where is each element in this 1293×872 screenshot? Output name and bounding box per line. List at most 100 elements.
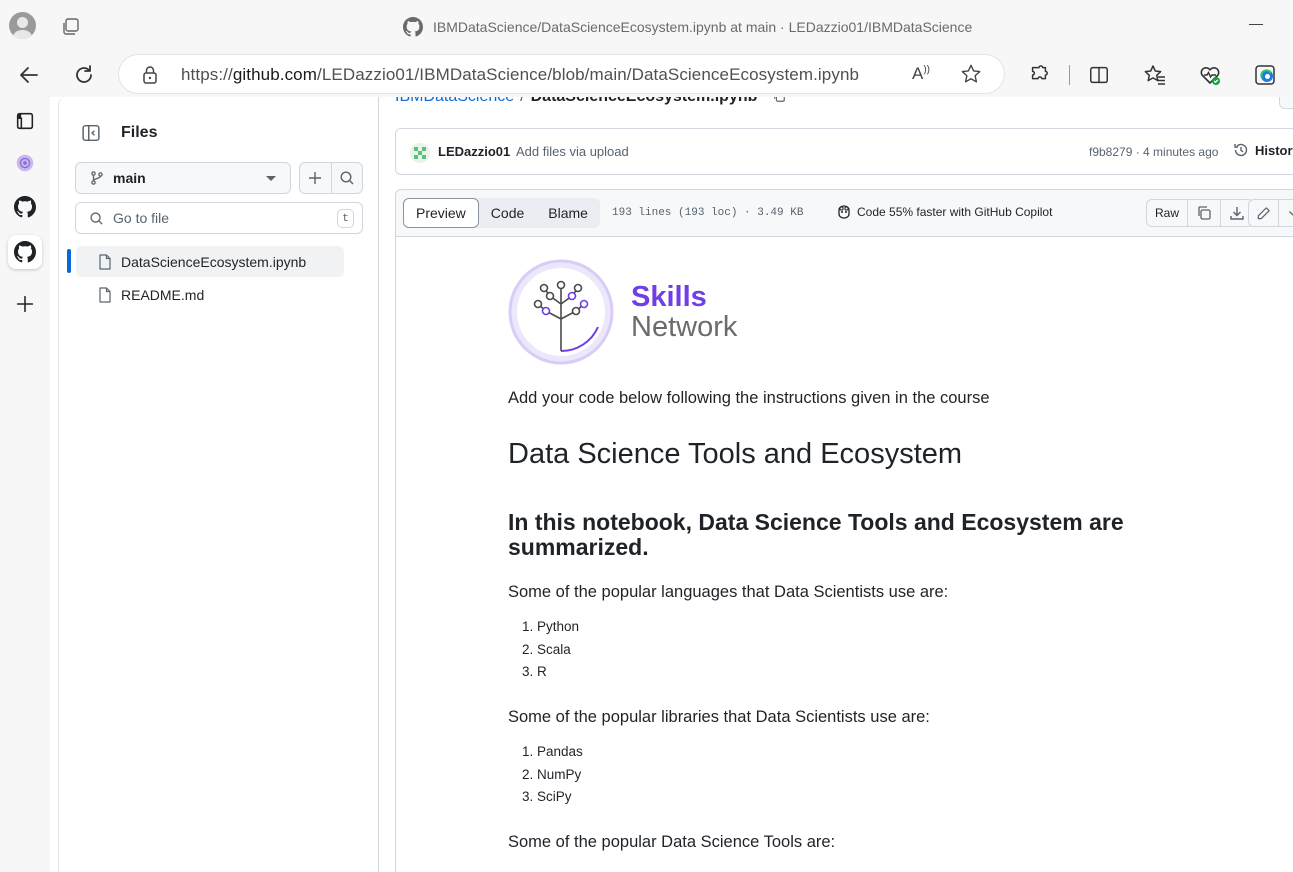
window-title-text: IBMDataScience/DataScienceEcosystem.ipyn…	[433, 19, 973, 35]
window-title: IBMDataScience/DataScienceEcosystem.ipyn…	[403, 16, 972, 38]
edit-button[interactable]	[1249, 200, 1278, 226]
tab-actions-icon[interactable]	[60, 16, 82, 38]
split-screen-icon[interactable]	[1084, 60, 1114, 90]
url-domain: github.com	[232, 65, 317, 84]
commit-sha-time[interactable]: f9b8279 · 4 minutes ago	[1089, 145, 1218, 159]
refresh-icon[interactable]	[69, 60, 99, 90]
raw-button[interactable]: Raw	[1147, 200, 1187, 226]
plus-icon	[309, 172, 322, 184]
copy-icon	[1198, 206, 1211, 220]
file-tree-pane: Files main Go to file t DataScienceEcosy…	[58, 97, 379, 872]
copilot-promo[interactable]: Code 55% faster with GitHub Copilot	[836, 204, 1052, 220]
copy-path-icon[interactable]	[772, 97, 786, 103]
github-active-icon[interactable]	[8, 235, 42, 269]
languages-list: 1. Python 2. Scala 3. R	[508, 616, 579, 684]
tree-item-datascienceecosystem[interactable]: DataScienceEcosystem.ipynb	[76, 246, 344, 277]
latest-commit-bar: LEDazzio01 Add files via upload f9b8279 …	[395, 128, 1293, 175]
breadcrumb: IBMDataScience / DataScienceEcosystem.ipyn…	[395, 97, 786, 106]
favorites-icon[interactable]	[1140, 60, 1170, 90]
search-icon	[90, 211, 103, 225]
libraries-heading: Some of the popular libraries that Data …	[508, 708, 930, 726]
file-icon	[99, 253, 111, 270]
tab-preview[interactable]: Preview	[403, 198, 479, 228]
workspaces-icon[interactable]	[8, 104, 42, 138]
add-icon[interactable]	[8, 287, 42, 321]
tree-item-label: README.md	[121, 286, 205, 303]
breadcrumb-repo-link[interactable]: IBMDataScience	[395, 97, 514, 105]
view-mode-tabs: Preview Code Blame	[403, 198, 600, 228]
minimize-icon[interactable]	[1249, 24, 1263, 25]
tab-code[interactable]: Code	[479, 198, 536, 228]
file-tree-header: Files	[75, 117, 157, 149]
search-button[interactable]	[330, 163, 363, 193]
branch-name: main	[113, 170, 146, 186]
copilot-icon	[838, 205, 850, 219]
languages-heading: Some of the popular languages that Data …	[508, 583, 949, 601]
logo-text-network: Network	[631, 311, 738, 343]
edit-actions	[1248, 199, 1293, 227]
history-button[interactable]: History	[1233, 142, 1293, 158]
libraries-list: 1. Pandas 2. NumPy 3. SciPy	[508, 741, 583, 809]
lock-icon[interactable]	[141, 65, 159, 90]
tree-item-readme[interactable]: README.md	[76, 279, 344, 310]
tools-heading: Some of the popular Data Science Tools a…	[508, 833, 836, 851]
collapse-panel-icon[interactable]	[75, 117, 107, 149]
list-item: 3. SciPy	[522, 789, 572, 804]
commit-author[interactable]: LEDazzio01	[438, 144, 510, 159]
edit-menu-button[interactable]	[1278, 200, 1293, 226]
breadcrumb-file: DataScienceEcosystem.ipynb	[531, 97, 758, 105]
download-icon	[1230, 207, 1244, 220]
edge-sidebar	[0, 97, 50, 872]
branch-icon	[91, 171, 103, 185]
github-icon[interactable]	[8, 190, 42, 224]
copilot-promo-text: Code 55% faster with GitHub Copilot	[857, 205, 1053, 219]
selected-indicator	[67, 249, 71, 273]
browser-titlebar: IBMDataScience/DataScienceEcosystem.ipyn…	[0, 0, 1293, 52]
github-icon	[403, 17, 423, 37]
file-actions: Raw	[1146, 199, 1255, 227]
favorite-star-icon[interactable]	[960, 63, 982, 90]
profile-icon[interactable]	[9, 12, 36, 39]
commit-message[interactable]: Add files via upload	[516, 144, 629, 159]
history-icon	[1234, 143, 1248, 157]
list-item: 2. NumPy	[522, 766, 582, 782]
intro-text: Add your code below following the instru…	[508, 389, 990, 407]
list-item: 3. R	[522, 664, 547, 679]
avatar[interactable]	[410, 143, 430, 163]
history-label: History	[1255, 142, 1293, 158]
more-options-button[interactable]	[1279, 97, 1293, 109]
list-item: 1. Pandas	[522, 744, 583, 759]
tree-actions	[299, 162, 363, 194]
url-path: /LEDazzio01/IBMDataScience/blob/main/Dat…	[317, 65, 860, 84]
url-scheme: https://	[181, 65, 233, 84]
add-file-button[interactable]	[300, 163, 331, 193]
read-aloud-icon[interactable]: A))	[912, 64, 930, 84]
files-title: Files	[121, 124, 158, 141]
extensions-icon[interactable]	[1024, 60, 1054, 90]
list-item: 2. Scala	[522, 641, 571, 657]
chevron-down-icon	[1289, 211, 1293, 216]
breadcrumb-separator: /	[520, 97, 524, 105]
skills-network-logo: Skills Network	[508, 259, 768, 367]
chevron-down-icon	[266, 176, 276, 181]
file-header: Preview Code Blame 193 lines (193 loc) ·…	[396, 190, 1293, 237]
notebook-subtitle: In this notebook, Data Science Tools and…	[508, 509, 1124, 560]
notebook-title: Data Science Tools and Ecosystem	[508, 438, 963, 470]
skills-network-tree-icon	[508, 259, 614, 365]
browser-essentials-icon[interactable]	[1195, 60, 1225, 90]
browser-navbar: https://github.com/LEDazzio01/IBMDataSci…	[0, 52, 1293, 97]
copy-raw-button[interactable]	[1187, 200, 1220, 226]
url-text[interactable]: https://github.com/LEDazzio01/IBMDataSci…	[181, 65, 859, 85]
list-item: 1. Python	[522, 619, 580, 634]
back-icon[interactable]	[14, 60, 44, 90]
tab-blame[interactable]: Blame	[536, 198, 600, 228]
search-icon	[340, 171, 354, 185]
pencil-icon	[1257, 206, 1270, 219]
file-icon	[99, 286, 111, 303]
go-to-file-input[interactable]: Go to file t	[75, 202, 363, 234]
copilot-icon[interactable]	[8, 146, 42, 180]
branch-selector[interactable]: main	[75, 162, 291, 194]
edge-icon[interactable]	[1250, 60, 1280, 90]
address-bar[interactable]: https://github.com/LEDazzio01/IBMDataSci…	[119, 55, 1004, 93]
shortcut-key: t	[337, 209, 354, 228]
